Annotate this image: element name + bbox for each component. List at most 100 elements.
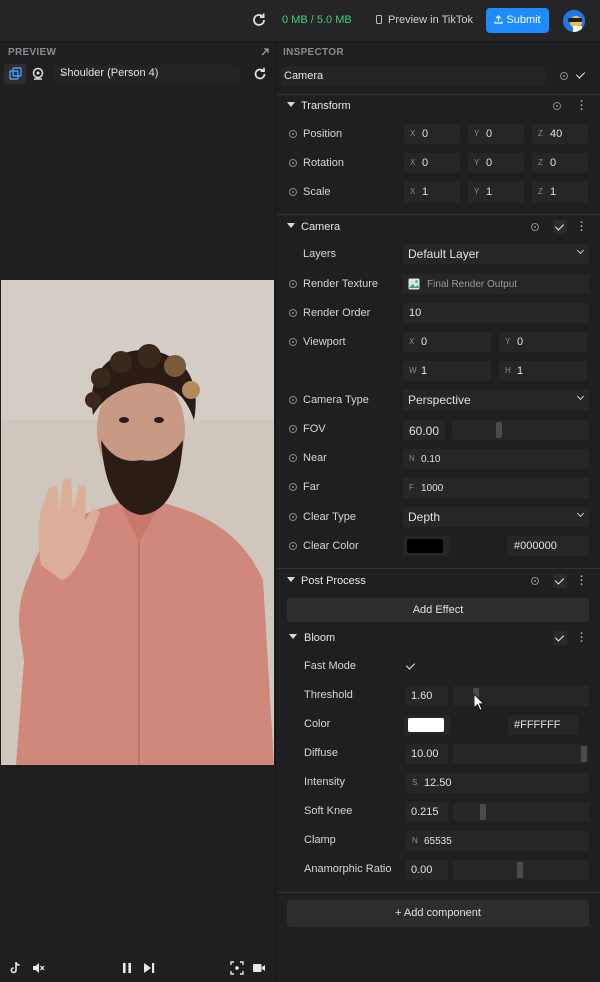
clear-type-label: Clear Type bbox=[303, 511, 356, 523]
clear-color-swatch[interactable] bbox=[403, 536, 449, 556]
rotation-keyframe-icon[interactable] bbox=[289, 159, 297, 167]
bloom-title: Bloom bbox=[304, 632, 336, 644]
render-order-field[interactable]: 10 bbox=[403, 303, 589, 323]
anamorphic-ratio-slider[interactable] bbox=[453, 860, 589, 880]
scale-keyframe-icon[interactable] bbox=[289, 188, 297, 196]
diffuse-field[interactable]: 10.00 bbox=[406, 744, 448, 764]
scale-z-field[interactable]: Z1 bbox=[532, 182, 588, 202]
add-component-button[interactable]: + Add component bbox=[287, 900, 589, 927]
avatar[interactable] bbox=[563, 10, 585, 32]
layers-label: Layers bbox=[303, 248, 337, 260]
position-y-field[interactable]: Y0 bbox=[468, 124, 524, 144]
collapse-icon[interactable] bbox=[289, 634, 297, 639]
viewport-w-field[interactable]: W1 bbox=[403, 361, 491, 381]
post-process-enabled-checkbox[interactable] bbox=[553, 574, 567, 588]
expand-icon[interactable] bbox=[261, 48, 269, 56]
render-texture-keyframe-icon[interactable] bbox=[289, 280, 297, 288]
collapse-icon[interactable] bbox=[287, 223, 295, 228]
position-keyframe-icon[interactable] bbox=[289, 130, 297, 138]
scale-x-field[interactable]: X1 bbox=[404, 182, 460, 202]
more-options-icon[interactable]: · · · bbox=[580, 218, 584, 237]
intensity-field[interactable]: S 12.50 bbox=[406, 773, 589, 793]
preview-toolbar: Shoulder (Person 4) ⌄ bbox=[0, 64, 276, 86]
mute-icon[interactable] bbox=[31, 961, 45, 975]
object-enabled-checkbox[interactable] bbox=[574, 68, 588, 82]
object-name-field[interactable]: Camera bbox=[281, 66, 545, 86]
clamp-field[interactable]: N 65535 bbox=[406, 831, 589, 851]
rotation-z-field[interactable]: Z0 bbox=[532, 153, 588, 173]
far-field[interactable]: F 1000 bbox=[403, 478, 589, 498]
near-keyframe-icon[interactable] bbox=[289, 454, 297, 462]
more-options-icon[interactable]: · · · bbox=[580, 97, 584, 116]
bloom-enabled-checkbox[interactable] bbox=[553, 631, 567, 645]
rotation-x-field[interactable]: X0 bbox=[404, 153, 460, 173]
fov-slider-knob[interactable] bbox=[496, 422, 502, 438]
camera-type-keyframe-icon[interactable] bbox=[289, 396, 297, 404]
tracker-select[interactable]: Shoulder (Person 4) ⌄ bbox=[54, 65, 240, 83]
submit-button[interactable]: Submit bbox=[486, 8, 549, 33]
position-z-field[interactable]: Z 40 bbox=[532, 124, 588, 144]
clear-type-keyframe-icon[interactable] bbox=[289, 513, 297, 521]
post-process-header[interactable]: Post Process · · · bbox=[277, 570, 600, 592]
render-texture-field[interactable]: Final Render Output bbox=[403, 274, 589, 294]
bloom-header[interactable]: Bloom · · · bbox=[277, 627, 600, 649]
bloom-color-hex-field[interactable]: #FFFFFF bbox=[508, 715, 578, 735]
threshold-field[interactable]: 1.60 bbox=[406, 686, 448, 706]
webcam-button[interactable] bbox=[27, 64, 49, 84]
camera-enabled-checkbox[interactable] bbox=[553, 220, 567, 234]
far-keyframe-icon[interactable] bbox=[289, 483, 297, 491]
collapse-icon[interactable] bbox=[287, 102, 295, 107]
clear-type-select[interactable]: Depth bbox=[403, 507, 589, 527]
position-x-value: 0 bbox=[422, 128, 429, 140]
position-label: Position bbox=[303, 128, 343, 140]
chevron-down-icon bbox=[576, 509, 585, 518]
transform-status-icon[interactable] bbox=[553, 102, 561, 110]
anamorphic-ratio-field[interactable]: 0.00 bbox=[406, 860, 448, 880]
preview-in-tiktok-button[interactable]: Preview in TikTok bbox=[376, 14, 473, 26]
transform-header[interactable]: Transform · · · bbox=[277, 95, 600, 117]
camera-type-select[interactable]: Perspective bbox=[403, 390, 589, 410]
rotation-y-field[interactable]: Y0 bbox=[468, 153, 524, 173]
soft-knee-slider[interactable] bbox=[453, 802, 589, 822]
record-video-icon[interactable] bbox=[252, 961, 266, 975]
focus-icon[interactable] bbox=[230, 961, 244, 975]
post-process-status-icon[interactable] bbox=[531, 577, 539, 585]
camera-status-icon[interactable] bbox=[531, 223, 539, 231]
more-options-icon[interactable]: · · · bbox=[580, 629, 584, 648]
viewport-y-field[interactable]: Y0 bbox=[499, 332, 587, 352]
more-options-icon[interactable]: · · · bbox=[580, 572, 584, 591]
fov-slider[interactable] bbox=[452, 420, 589, 440]
color-chip bbox=[408, 718, 444, 732]
collapse-icon[interactable] bbox=[287, 577, 295, 582]
bloom-color-swatch[interactable] bbox=[404, 715, 450, 735]
s-axis-label: S bbox=[412, 778, 418, 787]
near-field[interactable]: N 0.10 bbox=[403, 449, 589, 469]
camera-header[interactable]: Camera · · · bbox=[277, 216, 600, 238]
pause-icon[interactable] bbox=[120, 961, 134, 975]
inspector-title: INSPECTOR bbox=[283, 47, 344, 58]
fov-keyframe-icon[interactable] bbox=[289, 425, 297, 433]
refresh-icon[interactable] bbox=[250, 11, 268, 29]
layers-select[interactable]: Default Layer bbox=[403, 244, 589, 264]
viewport-keyframe-icon[interactable] bbox=[289, 338, 297, 346]
camera-switch-button[interactable] bbox=[4, 64, 26, 84]
viewport-h-field[interactable]: H1 bbox=[499, 361, 587, 381]
fov-field[interactable]: 60.00 bbox=[403, 420, 445, 440]
add-effect-button[interactable]: Add Effect bbox=[287, 598, 589, 622]
tiktok-icon[interactable] bbox=[9, 961, 23, 975]
render-order-keyframe-icon[interactable] bbox=[289, 309, 297, 317]
position-x-field[interactable]: X0 bbox=[404, 124, 460, 144]
diffuse-slider-knob[interactable] bbox=[581, 746, 587, 762]
soft-knee-slider-knob[interactable] bbox=[480, 804, 486, 820]
scale-y-field[interactable]: Y1 bbox=[468, 182, 524, 202]
clear-color-keyframe-icon[interactable] bbox=[289, 542, 297, 550]
fast-mode-checkbox[interactable] bbox=[404, 659, 418, 673]
clear-color-hex-field[interactable]: #000000 bbox=[507, 536, 589, 556]
next-frame-icon[interactable] bbox=[142, 961, 156, 975]
visibility-icon[interactable] bbox=[560, 72, 568, 80]
anamorphic-ratio-slider-knob[interactable] bbox=[517, 862, 523, 878]
soft-knee-field[interactable]: 0.215 bbox=[406, 802, 448, 822]
reload-icon[interactable] bbox=[252, 66, 268, 82]
diffuse-slider[interactable] bbox=[453, 744, 589, 764]
viewport-x-field[interactable]: X0 bbox=[403, 332, 491, 352]
